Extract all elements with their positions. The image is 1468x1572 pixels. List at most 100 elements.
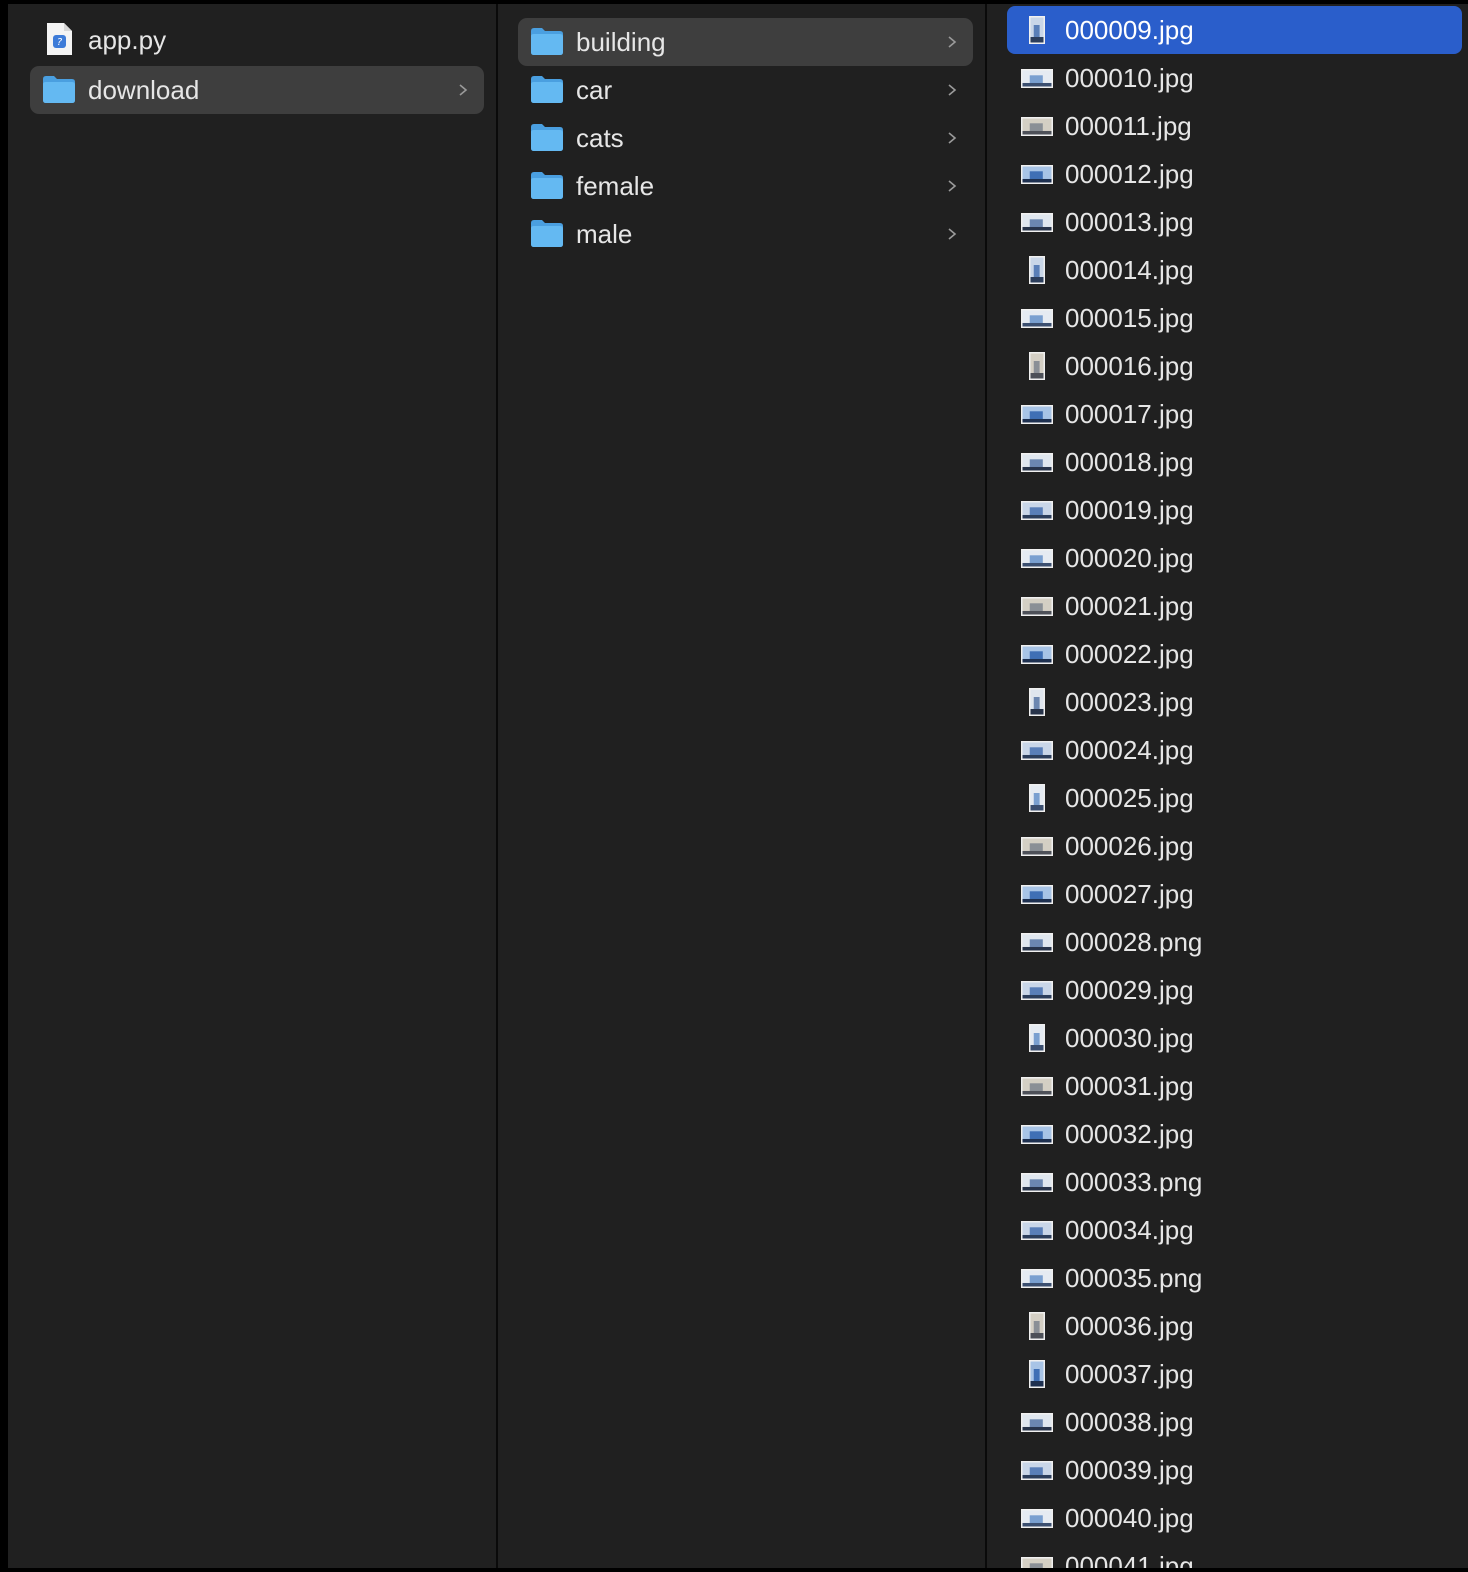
file-row[interactable]: 000030.jpg [1007,1014,1462,1062]
column-root[interactable]: ? app.py download [8,4,496,1568]
chevron-right-icon [948,132,957,144]
file-row[interactable]: 000024.jpg [1007,726,1462,774]
svg-text:?: ? [57,37,63,48]
item-label: download [88,75,200,105]
image-thumbnail-icon [1021,501,1053,520]
folder-icon [531,172,563,199]
image-thumbnail-icon [1021,213,1053,232]
file-row[interactable]: 000011.jpg [1007,102,1462,150]
file-row[interactable]: 000041.jpg [1007,1542,1462,1568]
file-name: 000020.jpg [1065,543,1194,573]
image-thumbnail-icon [1029,256,1045,284]
file-row[interactable]: 000038.jpg [1007,1398,1462,1446]
image-thumbnail-icon [1021,1173,1053,1192]
chevron-right-icon [948,84,957,96]
file-name: 000034.jpg [1065,1215,1194,1245]
item-label: cats [576,123,624,153]
file-row[interactable]: 000012.jpg [1007,150,1462,198]
file-row[interactable]: 000034.jpg [1007,1206,1462,1254]
file-name: 000018.jpg [1065,447,1194,477]
file-name: 000040.jpg [1065,1503,1194,1533]
file-row[interactable]: 000035.png [1007,1254,1462,1302]
file-name: 000028.png [1065,927,1203,957]
file-row[interactable]: 000033.png [1007,1158,1462,1206]
chevron-right-icon [948,180,957,192]
list-item-download[interactable]: download [30,66,484,114]
file-row[interactable]: 000025.jpg [1007,774,1462,822]
list-item-car[interactable]: car [518,66,973,114]
item-label: female [576,171,655,201]
file-row[interactable]: 000023.jpg [1007,678,1462,726]
file-name: 000033.png [1065,1167,1203,1197]
image-thumbnail-icon [1021,165,1053,184]
image-thumbnail-icon [1021,885,1053,904]
file-row[interactable]: 000010.jpg [1007,54,1462,102]
file-row[interactable]: 000022.jpg [1007,630,1462,678]
file-name: 000030.jpg [1065,1023,1194,1053]
file-name: 000015.jpg [1065,303,1194,333]
file-row[interactable]: 000014.jpg [1007,246,1462,294]
file-row[interactable]: 000036.jpg [1007,1302,1462,1350]
folder-icon [531,76,563,103]
file-row[interactable]: 000032.jpg [1007,1110,1462,1158]
list-item-building[interactable]: building [518,18,973,66]
file-name: 000032.jpg [1065,1119,1194,1149]
file-name: 000026.jpg [1065,831,1194,861]
file-row[interactable]: 000009.jpg [1007,6,1462,54]
item-label: building [576,27,666,57]
file-row[interactable]: 000021.jpg [1007,582,1462,630]
file-name: 000029.jpg [1065,975,1194,1005]
folder-icon [43,76,75,103]
item-label: car [576,75,613,105]
file-row[interactable]: 000020.jpg [1007,534,1462,582]
file-row[interactable]: 000026.jpg [1007,822,1462,870]
list-item-cats[interactable]: cats [518,114,973,162]
item-label: app.py [88,25,167,55]
file-row[interactable]: 000013.jpg [1007,198,1462,246]
list-item-male[interactable]: male [518,210,973,258]
file-row[interactable]: 000016.jpg [1007,342,1462,390]
image-thumbnail-icon [1021,1509,1053,1528]
file-name: 000027.jpg [1065,879,1194,909]
chevron-right-icon [948,228,957,240]
image-thumbnail-icon [1021,405,1053,424]
image-thumbnail-icon [1021,645,1053,664]
python-file-icon: ? [47,23,72,55]
file-row[interactable]: 000027.jpg [1007,870,1462,918]
file-row[interactable]: 000028.png [1007,918,1462,966]
chevron-right-icon [948,36,957,48]
file-name: 000019.jpg [1065,495,1194,525]
list-item-female[interactable]: female [518,162,973,210]
image-thumbnail-icon [1029,1360,1045,1388]
file-name: 000038.jpg [1065,1407,1194,1437]
file-row[interactable]: 000017.jpg [1007,390,1462,438]
list-item-app-py[interactable]: ? app.py [30,16,484,64]
file-name: 000013.jpg [1065,207,1194,237]
image-thumbnail-icon [1029,16,1045,44]
image-thumbnail-icon [1029,352,1045,380]
image-thumbnail-icon [1021,453,1053,472]
column-building[interactable]: 000009.jpg 000010.jpg 000011.jpg 000012.jpg… [986,4,1468,1568]
file-row[interactable]: 000029.jpg [1007,966,1462,1014]
file-row[interactable]: 000039.jpg [1007,1446,1462,1494]
file-row[interactable]: 000019.jpg [1007,486,1462,534]
image-thumbnail-icon [1021,981,1053,1000]
file-row[interactable]: 000015.jpg [1007,294,1462,342]
file-row[interactable]: 000037.jpg [1007,1350,1462,1398]
image-thumbnail-icon [1021,117,1053,136]
file-row[interactable]: 000040.jpg [1007,1494,1462,1542]
column-download[interactable]: building car cats female male [497,4,985,1568]
image-thumbnail-icon [1029,688,1045,716]
image-thumbnail-icon [1021,837,1053,856]
file-row[interactable]: 000018.jpg [1007,438,1462,486]
file-row[interactable]: 000031.jpg [1007,1062,1462,1110]
folder-icon [531,28,563,55]
image-thumbnail-icon [1021,1077,1053,1096]
file-name: 000016.jpg [1065,351,1194,381]
file-name: 000023.jpg [1065,687,1194,717]
file-name: 000022.jpg [1065,639,1194,669]
file-name: 000012.jpg [1065,159,1194,189]
image-thumbnail-icon [1021,69,1053,88]
image-thumbnail-icon [1021,597,1053,616]
image-thumbnail-icon [1021,549,1053,568]
